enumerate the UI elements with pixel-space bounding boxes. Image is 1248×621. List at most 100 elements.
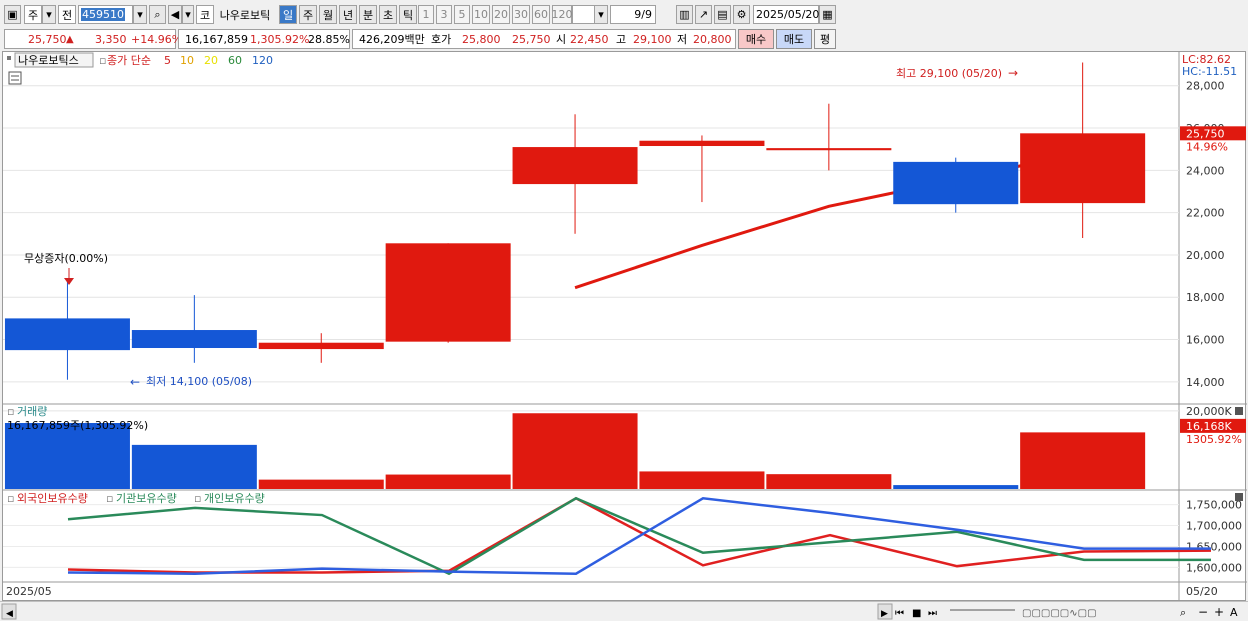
price-tick-label: 18,000 bbox=[1186, 291, 1225, 304]
change-value: 3,350 bbox=[95, 32, 127, 46]
stock-name: 나우로보틱 bbox=[214, 5, 276, 24]
mode-label: 주 bbox=[27, 8, 39, 22]
code-input[interactable]: 459510 bbox=[78, 5, 133, 24]
speaker-icon[interactable]: ◀ bbox=[168, 5, 182, 24]
save-icon[interactable]: ▤ bbox=[714, 5, 731, 24]
mode-dropdown-icon[interactable]: ▾ bbox=[42, 5, 56, 24]
chart-area[interactable]: 28,00026,00024,00022,00020,00018,00016,0… bbox=[2, 51, 1247, 601]
high-label: 고 bbox=[616, 33, 627, 46]
ma-period-label: 10 bbox=[180, 54, 194, 67]
date-input[interactable]: 2025/05/20 bbox=[753, 5, 819, 24]
price-tick-label: 14,000 bbox=[1186, 376, 1225, 389]
gear-icon[interactable]: ⚙ bbox=[733, 5, 750, 24]
volume-value: 16,167,859 bbox=[185, 32, 248, 46]
current-rate-tag-label: 14.96% bbox=[1186, 140, 1228, 153]
zoom-in-icon[interactable]: + bbox=[1214, 605, 1224, 619]
volume-current-label: 16,167,859주(1,305.92%) bbox=[7, 419, 148, 432]
candle-body bbox=[893, 161, 1019, 205]
draw-icon[interactable]: ↗ bbox=[695, 5, 712, 24]
price-tick-label: 20,000 bbox=[1186, 249, 1225, 262]
zoom-out-icon[interactable]: − bbox=[1198, 605, 1208, 619]
interval-tab[interactable]: 60 bbox=[532, 5, 550, 24]
period-tab[interactable]: 년 bbox=[339, 5, 357, 24]
panel-marker-icon: ▫ bbox=[99, 54, 106, 67]
candle-body bbox=[131, 330, 257, 349]
calendar-icon[interactable]: ▦ bbox=[819, 5, 836, 24]
period-tab[interactable]: 초 bbox=[379, 5, 397, 24]
stop-icon[interactable]: ■ bbox=[912, 608, 921, 619]
speaker-dropdown-icon[interactable]: ▾ bbox=[182, 5, 194, 24]
holdings-tick-label: 1,750,000 bbox=[1186, 499, 1242, 512]
right-arrow-icon: → bbox=[1008, 66, 1018, 80]
ma-period-label: 20 bbox=[204, 54, 218, 67]
holdings-legend-label: 개인보유수량 bbox=[204, 492, 265, 505]
holdings-tick-label: 1,600,000 bbox=[1186, 561, 1242, 574]
eval-button[interactable]: 평 bbox=[814, 29, 836, 49]
interval-tab[interactable]: 1 bbox=[418, 5, 434, 24]
candle-body bbox=[512, 147, 638, 185]
market-badge: 코 bbox=[196, 5, 214, 24]
volume-tick-label: 20,000K bbox=[1186, 405, 1232, 418]
interval-tab[interactable]: 3 bbox=[436, 5, 452, 24]
change-rate: +14.96% bbox=[131, 32, 183, 46]
interval-tab[interactable]: 30 bbox=[512, 5, 530, 24]
interval-tab[interactable]: 5 bbox=[454, 5, 470, 24]
close-panel-icon bbox=[1235, 407, 1243, 415]
period-tab[interactable]: 주 bbox=[299, 5, 317, 24]
price-tick-label: 28,000 bbox=[1186, 80, 1225, 93]
interval-tab[interactable]: 20 bbox=[492, 5, 510, 24]
bid-price: 25,750 bbox=[512, 32, 551, 46]
candle-body bbox=[1020, 133, 1146, 204]
period-tab[interactable]: 월 bbox=[319, 5, 337, 24]
prev-label: 전 bbox=[61, 8, 73, 22]
interval-tab[interactable]: 120 bbox=[552, 5, 573, 24]
grid-toggle-icon bbox=[8, 71, 22, 85]
forward-icon[interactable]: ⏭ bbox=[928, 608, 937, 619]
high-price: 29,100 bbox=[633, 32, 672, 46]
volume-tag-label: 16,168K bbox=[1186, 420, 1232, 433]
period-tab[interactable]: 일 bbox=[279, 5, 297, 24]
panel-marker-icon: ▫ bbox=[7, 405, 14, 418]
count-dropdown-icon[interactable]: ▾ bbox=[594, 5, 608, 24]
buy-button[interactable]: 매수 bbox=[738, 29, 774, 49]
period-tab[interactable]: 분 bbox=[359, 5, 377, 24]
volume-bar bbox=[385, 474, 511, 489]
panel-marker-icon: ▫ bbox=[106, 492, 113, 505]
stock-label: 나우로보틱스 bbox=[18, 54, 79, 67]
tools-icons[interactable]: ▢▢▢▢▢∿▢▢ bbox=[1022, 608, 1097, 619]
search-icon[interactable]: ⌕ bbox=[149, 5, 166, 24]
volume-bar bbox=[131, 444, 257, 489]
scroll-right-icon: ▶ bbox=[881, 609, 888, 619]
layout-icon[interactable]: ▣ bbox=[4, 5, 21, 24]
turnover: 28.85% bbox=[308, 32, 350, 46]
page-text: 9/9 bbox=[634, 8, 652, 21]
volume-rate-tag-label: 1305.92% bbox=[1186, 433, 1242, 446]
code-dropdown-icon[interactable]: ▾ bbox=[133, 5, 147, 24]
hc-label: HC:-11.51 bbox=[1182, 65, 1237, 78]
open-label: 시 bbox=[556, 33, 567, 46]
low-label: 저 bbox=[677, 33, 688, 46]
ma-period-label: 60 bbox=[228, 54, 242, 67]
prev-button[interactable]: 전 bbox=[58, 5, 76, 24]
candle-body bbox=[639, 140, 765, 147]
low-annotation: 최저 14,100 (05/08) bbox=[146, 375, 252, 388]
font-size-icon[interactable]: A bbox=[1230, 606, 1238, 619]
low-price: 20,800 bbox=[693, 32, 732, 46]
date-value: 2025/05/20 bbox=[756, 8, 820, 21]
period-tab[interactable]: 틱 bbox=[399, 5, 417, 24]
rewind-icon[interactable]: ⏮ bbox=[895, 608, 904, 619]
interval-tab[interactable]: 10 bbox=[472, 5, 490, 24]
candle-icon[interactable]: ▥ bbox=[676, 5, 693, 24]
close-panel-icon bbox=[1235, 493, 1243, 501]
zoom-search-icon[interactable]: ⌕ bbox=[1180, 606, 1186, 619]
candle-body bbox=[766, 148, 892, 151]
price-tick-label: 24,000 bbox=[1186, 164, 1225, 177]
candle-body bbox=[4, 318, 130, 351]
mode-select[interactable]: 주 bbox=[24, 5, 42, 24]
current-price: 25,750 bbox=[28, 32, 67, 46]
volume-rate: 1,305.92% bbox=[250, 32, 310, 46]
sell-button[interactable]: 매도 bbox=[776, 29, 812, 49]
volume-bar bbox=[512, 413, 638, 489]
holdings-legend-label: 기관보유수량 bbox=[116, 492, 177, 505]
market-label: 코 bbox=[199, 8, 211, 22]
